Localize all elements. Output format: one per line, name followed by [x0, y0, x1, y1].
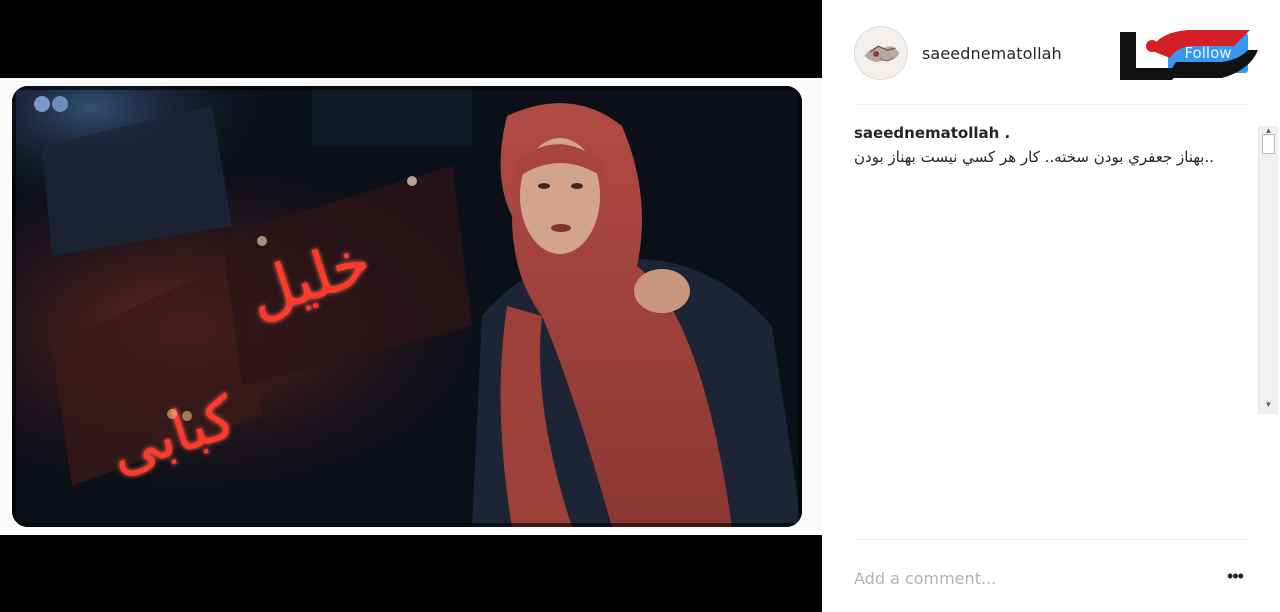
post-photo[interactable]: خلیل خلیل كبابی كبابی [12, 86, 802, 527]
post-username[interactable]: saeednematollah [922, 44, 1062, 63]
post-photo-graphic: خلیل خلیل كبابی كبابی [12, 86, 802, 527]
caption-text: ..بهناز جعفري بودن سخته.. كار هر كسي نيس… [854, 148, 1214, 166]
avatar[interactable] [854, 26, 908, 80]
caption-area: saeednematollah . ..بهناز جعفري بودن سخت… [854, 124, 1248, 416]
header-divider [854, 104, 1248, 105]
follow-button[interactable]: Follow [1168, 33, 1248, 73]
scroll-down-arrow-icon[interactable]: ▼ [1259, 398, 1278, 412]
media-pane: خلیل خلیل كبابی كبابی [0, 0, 822, 612]
comment-row: ••• [854, 560, 1248, 596]
caption-username[interactable]: saeednematollah . [854, 124, 1248, 142]
post-side-panel: saeednematollah Follow saeednematollah .… [822, 0, 1280, 612]
more-options-icon[interactable]: ••• [1220, 566, 1250, 590]
post-header: saeednematollah Follow [822, 0, 1280, 104]
photo-frame: خلیل خلیل كبابی كبابی [0, 78, 822, 535]
avatar-icon [855, 27, 907, 79]
comment-divider [854, 539, 1248, 540]
comment-input[interactable] [854, 560, 1194, 596]
scroll-thumb[interactable] [1262, 134, 1275, 154]
caption-scrollbar[interactable]: ▲ ▼ [1258, 126, 1278, 414]
